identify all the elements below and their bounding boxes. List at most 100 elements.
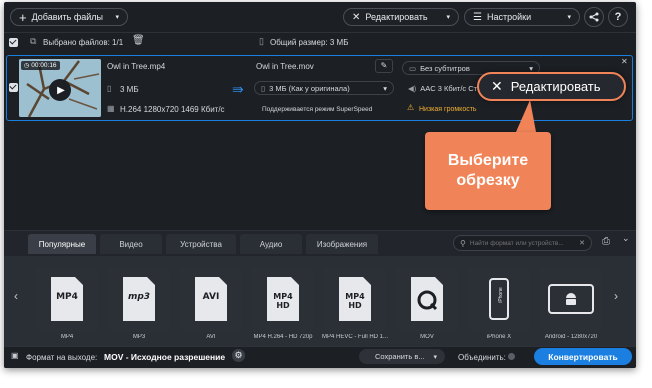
share-button[interactable]	[584, 7, 604, 27]
output-format-icon: ▣	[11, 351, 19, 360]
audio-icon: ◀)	[408, 83, 417, 93]
total-size: Общий размер: 3 МБ	[270, 38, 349, 47]
output-format-value: MOV - Исходное разрешение	[104, 352, 226, 362]
format-label: MP4 HEVC - Full HD 1...	[321, 334, 388, 340]
device-detect-icon[interactable]: ⎙	[602, 236, 610, 247]
output-settings-button[interactable]: ⚙	[232, 349, 245, 362]
iphone-icon: iPhone	[489, 278, 509, 320]
select-all-checkbox[interactable]	[9, 38, 18, 47]
output-size-dropdown[interactable]: ▯ 3 МБ (Как у оригинала) ▾	[254, 81, 394, 95]
add-files-button[interactable]: + Добавить файлы ▾	[10, 8, 128, 26]
format-label: MP4 H.264 - HD 720p	[253, 334, 313, 340]
settings-label: Настройки	[486, 12, 532, 22]
warning-icon: ⚠	[407, 103, 415, 112]
superspeed-note: Поддерживается режим SuperSpeed	[262, 106, 373, 113]
avi-icon: AVI	[194, 276, 228, 322]
mp4-icon: MP4	[50, 276, 84, 322]
audio-dropdown[interactable]: ◀) AAC 3 Кбит/с Ст	[402, 81, 482, 95]
audio-value: AAC 3 Кбит/с Ст	[420, 83, 478, 93]
format-android[interactable]	[540, 266, 602, 332]
toolbar-divider	[4, 32, 636, 33]
tab-video[interactable]: Видео	[100, 234, 162, 254]
clear-search-icon[interactable]: ✕	[579, 239, 585, 247]
chevron-down-icon: ▾	[433, 353, 437, 361]
format-mp4[interactable]: MP4	[36, 266, 98, 332]
plus-icon: +	[19, 9, 27, 25]
output-name: Owl in Tree.mov	[256, 62, 314, 71]
scroll-left-icon[interactable]: ‹	[14, 289, 18, 303]
tab-popular[interactable]: Популярные	[28, 234, 96, 254]
remove-file-icon[interactable]: ✕	[621, 57, 628, 66]
gear-icon: ⚙	[234, 350, 243, 360]
format-mp3[interactable]: mp3	[108, 266, 170, 332]
chevron-down-icon: ▾	[115, 14, 119, 21]
convert-label: Конвертировать	[548, 351, 618, 362]
subtitles-icon: ▭	[409, 63, 417, 73]
edit-toolbar-label: Редактировать	[365, 12, 428, 22]
pencil-icon: ✎	[380, 61, 388, 70]
help-button[interactable]: ?	[608, 7, 628, 27]
format-label: MOV	[420, 334, 434, 340]
chevron-down-icon: ▾	[567, 14, 571, 21]
files-icon: ⧉	[30, 36, 37, 46]
collapse-panel-icon[interactable]: ⌄	[622, 233, 630, 244]
format-search[interactable]: ⚲ ✕	[453, 235, 592, 251]
codec-info: H.264 1280x720 1469 Кбит/с	[120, 105, 225, 114]
convert-arrow-icon: ⇛	[232, 81, 244, 97]
format-iphone[interactable]: iPhone	[468, 266, 530, 332]
chevron-down-icon: ▾	[446, 14, 450, 21]
search-icon: ⚲	[460, 238, 466, 248]
share-icon	[589, 12, 599, 22]
mp4-hd-icon: MP4 HD	[266, 276, 300, 322]
mp4-hd-icon: MP4 HD	[338, 276, 372, 322]
format-mp4-hd720[interactable]: MP4 HD	[252, 266, 314, 332]
trash-icon[interactable]: 🗑	[132, 35, 145, 46]
callout-line1: Выберите	[447, 152, 529, 169]
edit-file-button[interactable]: ✕ Редактировать	[477, 72, 626, 101]
video-thumbnail[interactable]: ◷ 00:00:16 ▶	[19, 59, 101, 117]
add-files-label: Добавить файлы	[31, 12, 104, 22]
format-label: AVI	[206, 334, 216, 340]
size-icon: ▯	[261, 83, 266, 93]
merge-label: Объединить:	[458, 353, 506, 362]
duration-badge: ◷ 00:00:16	[21, 61, 60, 70]
video-codec-icon: ▦	[107, 104, 115, 113]
tools-icon: ✕	[352, 11, 361, 23]
callout-box: Выберите обрезку	[425, 132, 551, 210]
play-button[interactable]: ▶	[49, 79, 71, 101]
settings-button[interactable]: ☰ Настройки ▾	[464, 8, 580, 26]
save-to-dropdown[interactable]: Сохранить в... ▾	[359, 349, 445, 364]
size-icon: ▯	[107, 84, 112, 93]
tab-audio[interactable]: Аудио	[240, 234, 302, 254]
save-to-label: Сохранить в...	[375, 352, 425, 361]
file-name: Owl in Tree.mp4	[107, 62, 166, 71]
file-checkbox[interactable]	[9, 83, 18, 92]
file-size: 3 МБ	[120, 85, 139, 94]
play-icon: ▶	[57, 84, 65, 96]
tab-images[interactable]: Изображения	[306, 234, 378, 254]
mp3-icon: mp3	[122, 276, 156, 322]
tab-devices[interactable]: Устройства	[166, 234, 236, 254]
rename-button[interactable]: ✎	[375, 59, 393, 73]
format-avi[interactable]: AVI	[180, 266, 242, 332]
edit-file-label: Редактировать	[510, 79, 601, 94]
format-mov[interactable]	[396, 266, 458, 332]
format-label: iPhone X	[486, 334, 512, 340]
format-label: Android - 1280x720	[544, 334, 598, 340]
edit-toolbar-button[interactable]: ✕ Редактировать ▾	[343, 8, 459, 26]
tools-icon: ✕	[491, 78, 503, 94]
file-size-icon: ▯	[259, 36, 264, 46]
search-input[interactable]	[469, 239, 570, 247]
duration: 00:00:16	[31, 62, 57, 69]
output-size: 3 МБ (Как у оригинала)	[269, 83, 350, 93]
subtitles-value: Без субтитров	[420, 63, 470, 73]
merge-toggle[interactable]	[508, 353, 515, 360]
settings-icon: ☰	[473, 11, 482, 23]
convert-button[interactable]: Конвертировать	[534, 348, 632, 365]
format-label: MP3	[132, 334, 146, 340]
format-label: MP4	[60, 334, 74, 340]
quicktime-icon	[410, 276, 444, 322]
format-mp4-hevc[interactable]: MP4 HD	[324, 266, 386, 332]
scroll-right-icon[interactable]: ›	[614, 289, 618, 303]
selected-count: Выбрано файлов: 1/1	[43, 38, 124, 47]
